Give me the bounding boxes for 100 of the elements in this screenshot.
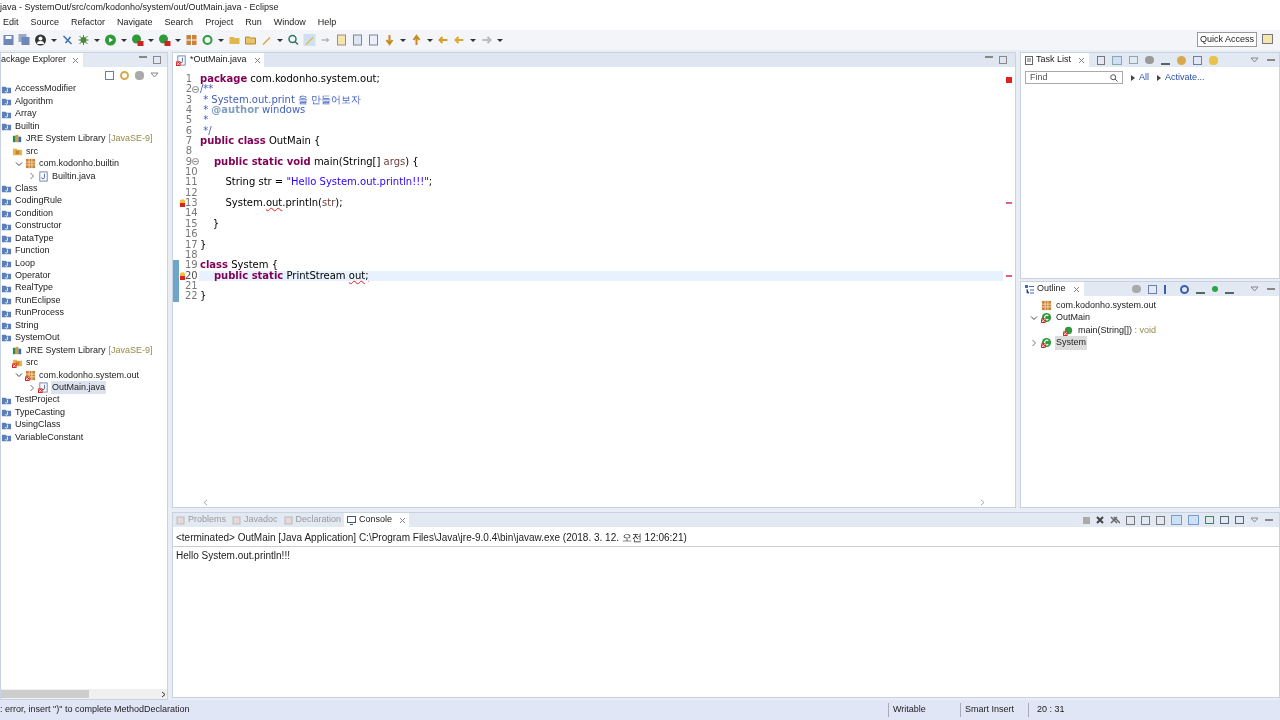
menu-item[interactable]: Project <box>205 16 234 30</box>
code-line: public class OutMain { <box>199 136 321 147</box>
tree-item[interactable]: JRE System Library <box>25 132 107 146</box>
line-number: 19 <box>185 260 198 271</box>
view-icon <box>283 515 293 525</box>
fold-icon[interactable] <box>192 158 199 166</box>
line-number: 6 <box>185 125 192 136</box>
close-icon[interactable] <box>72 56 80 64</box>
remove-all-icon[interactable] <box>1110 516 1120 524</box>
fold-icon[interactable] <box>192 86 199 93</box>
tree-item[interactable]: Loop <box>14 256 37 271</box>
chevron-right-icon[interactable] <box>1029 338 1038 347</box>
status-field: Smart Insert <box>960 703 1028 717</box>
close-icon[interactable] <box>1072 285 1080 293</box>
tree-item[interactable]: Condition <box>14 206 55 221</box>
class-icon <box>1041 337 1052 349</box>
code-line: System.out.println(str); <box>224 198 343 209</box>
menu-item[interactable]: Help <box>317 16 337 30</box>
tree-item[interactable]: com.kodonho.builtin <box>38 157 121 171</box>
remove-icon[interactable] <box>1096 516 1104 524</box>
search-icon[interactable] <box>287 34 300 46</box>
chevron-down-icon[interactable] <box>14 159 23 168</box>
view-menu-icon[interactable] <box>1250 286 1259 292</box>
outline-item[interactable]: System <box>1055 336 1087 350</box>
tree-item[interactable]: String <box>14 318 40 333</box>
tree-item[interactable]: AccessModifier <box>14 82 78 96</box>
tree-item[interactable]: Function <box>14 244 51 258</box>
maximize-icon[interactable] <box>999 56 1007 64</box>
document-icon[interactable] <box>335 34 348 46</box>
view-menu-icon[interactable] <box>150 72 159 78</box>
error-marker-icon[interactable] <box>179 271 185 280</box>
folder-icon[interactable] <box>244 34 257 46</box>
tree-item[interactable]: CodingRule <box>14 194 64 208</box>
tree-item[interactable]: Array <box>14 107 38 121</box>
scrollbar-thumb[interactable] <box>1 690 89 698</box>
outline-item[interactable]: OutMain <box>1055 311 1091 325</box>
panel-tab[interactable]: Task List <box>1021 53 1089 67</box>
quick-access-field[interactable]: Quick Access <box>1197 32 1258 47</box>
person-icon[interactable] <box>34 34 47 46</box>
tree-item[interactable]: Operator <box>14 269 52 283</box>
tree-item[interactable]: Class <box>14 181 39 196</box>
tree-item[interactable]: VariableConstant <box>14 430 85 445</box>
find-input[interactable]: Find <box>1030 71 1100 85</box>
panel-tab[interactable]: Console <box>344 513 410 527</box>
run-icon[interactable] <box>104 34 117 46</box>
scroll-right-icon[interactable] <box>161 690 167 698</box>
save-icon[interactable] <box>2 34 15 46</box>
chevron-down-icon[interactable] <box>1029 313 1038 322</box>
menu-item[interactable]: Navigate <box>117 16 153 30</box>
tree-item[interactable]: DataType <box>14 231 55 246</box>
library-version: [JavaSE-9] <box>108 343 153 357</box>
menu-item[interactable]: Edit <box>3 16 19 30</box>
chevron-right-icon[interactable] <box>27 172 36 181</box>
menu-item[interactable]: Run <box>245 16 262 30</box>
view-menu-icon[interactable] <box>1250 57 1259 63</box>
error-ruler-mark[interactable] <box>1006 274 1012 277</box>
panel-tab[interactable]: Outline <box>1021 282 1084 296</box>
tree-item[interactable]: Algorithm <box>14 94 54 109</box>
bug-icon[interactable] <box>77 34 90 46</box>
class-icon <box>1041 312 1052 324</box>
panel-tab[interactable]: ackage Explorer <box>1 53 84 67</box>
tree-item[interactable]: TestProject <box>14 393 61 407</box>
tree-item[interactable]: RunEclipse <box>14 293 62 308</box>
tree-item[interactable]: SystemOut <box>14 331 61 345</box>
outline-item[interactable]: main(String[]) : void <box>1077 323 1158 337</box>
scroll-left-icon[interactable] <box>203 498 208 506</box>
tree-item[interactable]: TypeCasting <box>14 405 67 420</box>
stop-icon[interactable] <box>1083 516 1090 524</box>
outline-item[interactable]: com.kodonho.system.out <box>1055 298 1158 312</box>
editor-tab[interactable]: *OutMain.java <box>173 53 264 67</box>
tree-item[interactable]: JRE System Library <box>25 343 107 358</box>
tree-item[interactable]: RealType <box>14 281 55 295</box>
menu-item[interactable]: Window <box>273 16 306 30</box>
close-icon[interactable] <box>399 516 407 524</box>
tree-item[interactable]: Constructor <box>14 219 63 233</box>
close-icon[interactable] <box>1078 56 1085 64</box>
link[interactable]: All <box>1139 71 1149 85</box>
tree-item[interactable]: com.kodonho.system.out <box>38 368 141 383</box>
chevron-down-icon[interactable] <box>14 371 23 380</box>
tree-item[interactable]: Builtin <box>14 119 41 134</box>
line-number: 18 <box>185 249 198 260</box>
tree-item[interactable]: src <box>25 356 39 370</box>
tree-item[interactable]: OutMain.java <box>51 380 107 395</box>
chevron-right-icon[interactable] <box>27 383 36 392</box>
line-number: 4 <box>185 105 192 116</box>
menu-item[interactable]: Search <box>164 16 194 30</box>
error-ruler-mark[interactable] <box>1006 202 1012 205</box>
menu-item[interactable]: Source <box>30 16 60 30</box>
maximize-icon[interactable] <box>153 56 161 64</box>
find-field[interactable]: Find <box>1025 71 1123 85</box>
tree-item[interactable]: Builtin.java <box>51 169 97 184</box>
tree-item[interactable]: UsingClass <box>14 418 62 432</box>
view-menu-icon[interactable] <box>1250 517 1259 523</box>
document-icon[interactable] <box>351 34 364 46</box>
menu-item[interactable]: Refactor <box>71 16 106 30</box>
link[interactable]: Activate... <box>1165 71 1205 85</box>
error-marker-icon[interactable] <box>179 199 185 208</box>
tree-item[interactable]: src <box>25 144 39 159</box>
close-icon[interactable] <box>253 56 261 64</box>
tree-item[interactable]: RunProcess <box>14 306 66 320</box>
